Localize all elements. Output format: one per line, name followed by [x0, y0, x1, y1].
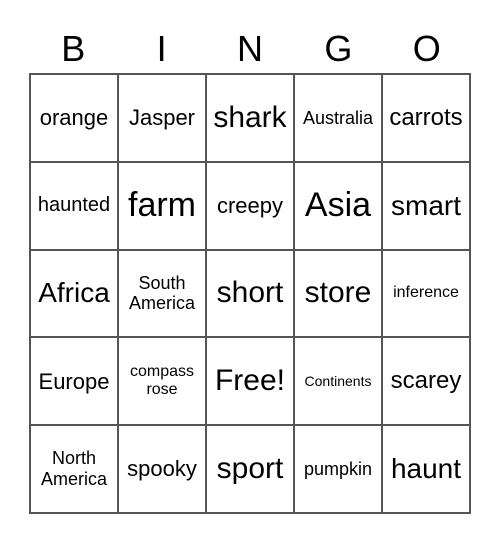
bingo-cell[interactable]: scarey	[382, 337, 470, 426]
bingo-cell[interactable]: North America	[30, 425, 118, 513]
header-letter-o: O	[412, 28, 441, 69]
bingo-cell[interactable]: haunt	[382, 425, 470, 513]
header-letter-g: G	[324, 28, 353, 69]
bingo-grid: orange Jasper shark Australia carrots ha…	[29, 73, 471, 514]
bingo-cell[interactable]: farm	[118, 161, 206, 250]
bingo-cell[interactable]: Jasper	[118, 74, 206, 162]
header-letter-i: I	[156, 28, 167, 69]
bingo-cell-free[interactable]: Free!	[206, 337, 294, 426]
bingo-cell[interactable]: creepy	[206, 161, 294, 250]
bingo-cell[interactable]: South America	[118, 249, 206, 338]
bingo-cell[interactable]: store	[294, 249, 382, 338]
header-letter-b: B	[61, 28, 86, 69]
bingo-cell[interactable]: spooky	[118, 425, 206, 513]
bingo-cell[interactable]: orange	[30, 74, 118, 162]
bingo-cell[interactable]: pumpkin	[294, 425, 382, 513]
bingo-cell[interactable]: shark	[206, 74, 294, 162]
bingo-cell[interactable]: Australia	[294, 74, 382, 162]
bingo-cell[interactable]: haunted	[30, 161, 118, 250]
bingo-cell[interactable]: inference	[382, 249, 470, 338]
bingo-cell[interactable]: Europe	[30, 337, 118, 426]
bingo-cell[interactable]: short	[206, 249, 294, 338]
bingo-cell[interactable]: Continents	[294, 337, 382, 426]
bingo-cell[interactable]: compass rose	[118, 337, 206, 426]
bingo-cell[interactable]: Africa	[30, 249, 118, 338]
bingo-header: B I N G O	[29, 26, 471, 72]
bingo-cell[interactable]: sport	[206, 425, 294, 513]
bingo-cell[interactable]: Asia	[294, 161, 382, 250]
bingo-cell[interactable]: smart	[382, 161, 470, 250]
bingo-cell[interactable]: carrots	[382, 74, 470, 162]
header-letter-n: N	[236, 28, 263, 69]
